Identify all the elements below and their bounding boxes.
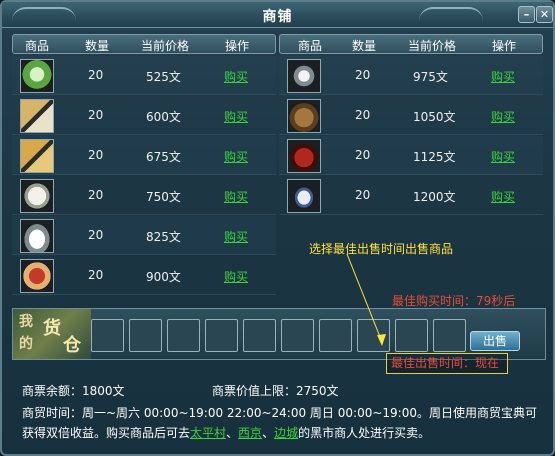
shop-window: 商铺 – ✕ 商品 数量 当前价格 操作 20 525文 购买 20 600文 购买 20 6… [0,0,555,456]
goods-qty: 20 [88,188,104,202]
goods-row: 20 750文 购买 [12,176,276,215]
col-qty: 数量 [85,39,110,53]
goods-row: 20 600文 购买 [12,96,276,135]
town-link-taiping[interactable]: 太平村 [190,426,226,440]
goods-qty: 20 [355,68,371,82]
note-sep: 、 [262,426,275,440]
goods-list-header: 商品 数量 当前价格 操作 [279,34,543,54]
town-link-xijing[interactable]: 西京 [238,426,262,440]
grain-sack-icon[interactable] [20,139,54,173]
salt-plate-icon[interactable] [20,219,54,253]
warehouse-slot[interactable] [357,319,390,352]
close-icon[interactable]: ✕ [536,6,553,23]
cotton-icon[interactable] [20,179,54,213]
window-title: 商铺 [262,9,293,25]
warehouse-slot[interactable] [319,319,352,352]
warehouse-slot[interactable] [205,319,238,352]
goods-price: 675文 [146,150,181,164]
goods-list-header: 商品 数量 当前价格 操作 [12,34,276,54]
goods-row: 20 525文 购买 [12,56,276,95]
goods-price: 975文 [413,70,448,84]
note-suffix: 的黑市商人处进行买卖。 [298,426,431,440]
col-action: 操作 [492,39,517,53]
sell-button[interactable]: 出售 [470,331,520,351]
col-item: 商品 [25,39,50,53]
warehouse-slot[interactable] [281,319,314,352]
buy-link[interactable]: 购买 [224,108,248,125]
green-vegetable-icon[interactable] [20,59,54,93]
goods-qty: 20 [355,148,371,162]
title-bar[interactable]: 商铺 – ✕ [2,2,553,28]
buy-link[interactable]: 购买 [491,188,515,205]
logo-char: 我 [19,314,33,330]
buy-link[interactable]: 购买 [224,68,248,85]
goods-price: 525文 [146,70,181,84]
note-sep: 、 [226,426,239,440]
goods-row: 20 1200文 购买 [279,176,543,215]
warehouse-slot[interactable] [91,319,124,352]
col-price: 当前价格 [141,39,190,53]
medicine-pouch-icon[interactable] [287,99,321,133]
goods-price: 600文 [146,110,181,124]
goods-qty: 20 [88,108,104,122]
logo-char: 的 [19,336,33,352]
buy-link[interactable]: 购买 [224,228,248,245]
porcelain-vase-icon[interactable] [287,179,321,213]
buy-link[interactable]: 购买 [224,148,248,165]
wine-jar-icon[interactable] [287,139,321,173]
goods-qty: 20 [88,148,104,162]
pearl-string-icon[interactable] [287,59,321,93]
sell-tip: 选择最佳出售时间出售商品 [309,242,454,256]
buy-link[interactable]: 购买 [491,148,515,165]
warehouse-slot[interactable] [395,319,428,352]
goods-price: 750文 [146,190,181,204]
buy-link[interactable]: 购买 [224,188,248,205]
buy-link[interactable]: 购买 [224,268,248,285]
goods-price: 1125文 [413,150,456,164]
goods-row: 20 825文 购买 [12,216,276,255]
goods-row: 20 900文 购买 [12,256,276,295]
goods-row: 20 675文 购买 [12,136,276,175]
goods-qty: 20 [88,68,104,82]
goods-list-right: 商品 数量 当前价格 操作 20 975文 购买 20 1050文 购买 20 1125文 购买… [279,34,543,302]
logo-char: 仓 [63,335,81,356]
goods-price: 1050文 [413,110,456,124]
goods-row: 20 1125文 购买 [279,136,543,175]
goods-qty: 20 [88,268,104,282]
minimize-icon[interactable]: – [518,6,535,23]
goods-qty: 20 [355,188,371,202]
goods-price: 1200文 [413,190,456,204]
col-action: 操作 [225,39,250,53]
town-link-biancheng[interactable]: 边城 [274,426,298,440]
warehouse-slot[interactable] [243,319,276,352]
warehouse-slot[interactable] [129,319,162,352]
col-price: 当前价格 [408,39,457,53]
col-qty: 数量 [352,39,377,53]
goods-qty: 20 [88,228,104,242]
goods-price: 825文 [146,230,181,244]
goods-row: 20 975文 购买 [279,56,543,95]
buy-link[interactable]: 购买 [491,108,515,125]
trade-note: 商贸时间：周一~周六 00:00~19:00 22:00~24:00 周日 00… [22,403,542,443]
warehouse-slot[interactable] [167,319,200,352]
best-buy-time: 最佳购买时间：79秒后 [392,294,516,308]
goods-row: 20 1050文 购买 [279,96,543,135]
best-sell-time: 最佳出售时间：现在 [386,353,508,374]
col-item: 商品 [298,39,323,53]
warehouse-slot[interactable] [433,319,466,352]
tea-box-icon[interactable] [20,259,54,293]
goods-price: 900文 [146,270,181,284]
ticket-balance: 商票余额：1800文 [22,384,125,398]
ticket-cap: 商票价值上限：2750文 [212,384,339,398]
rice-sack-icon[interactable] [20,99,54,133]
goods-qty: 20 [355,108,371,122]
logo-char: 货 [43,318,61,339]
goods-list-left: 商品 数量 当前价格 操作 20 525文 购买 20 600文 购买 20 675文 购买 20… [12,34,276,302]
warehouse-logo: 我 的 货 仓 [13,309,91,359]
buy-link[interactable]: 购买 [491,68,515,85]
